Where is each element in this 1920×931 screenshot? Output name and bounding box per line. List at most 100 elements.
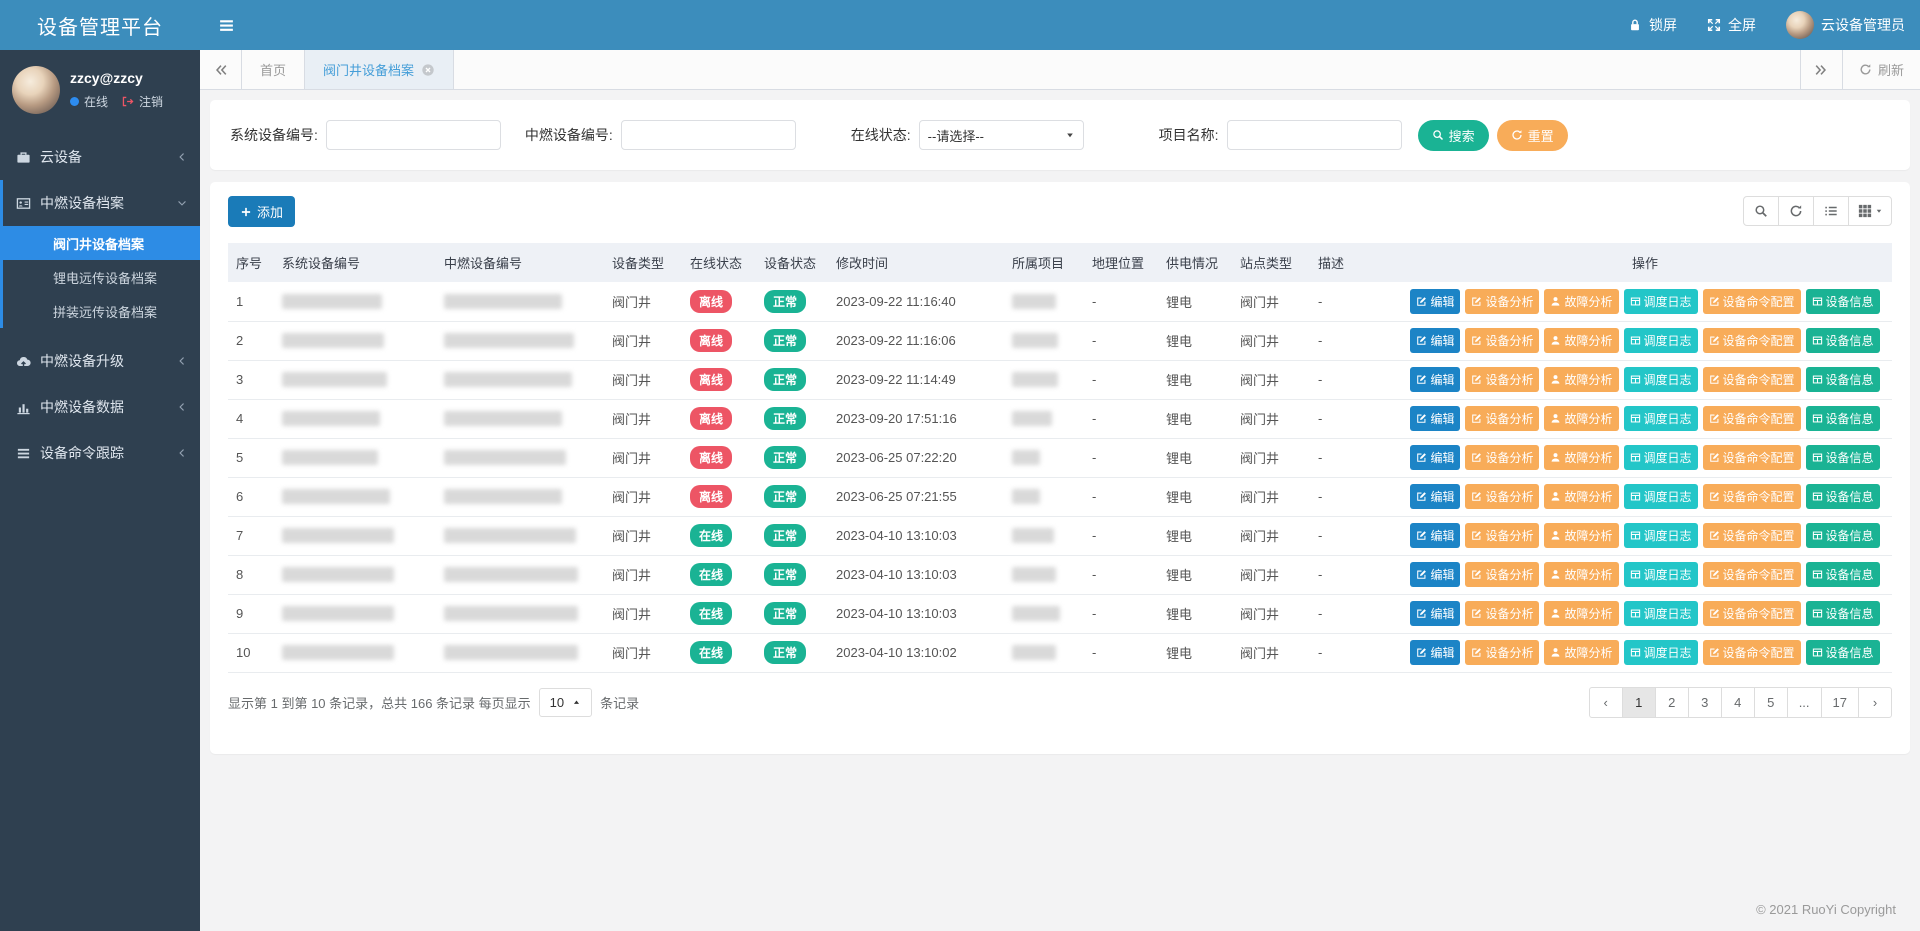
- tab-refresh-button[interactable]: 刷新: [1842, 50, 1920, 89]
- dispatch-log-button[interactable]: 调度日志: [1624, 562, 1698, 587]
- app-logo[interactable]: 设备管理平台: [0, 0, 200, 50]
- page-1-button[interactable]: 1: [1622, 687, 1656, 718]
- device-analysis-button[interactable]: 设备分析: [1465, 484, 1539, 509]
- tab[interactable]: 首页: [242, 50, 305, 89]
- fault-analysis-button[interactable]: 故障分析: [1544, 289, 1618, 314]
- tab[interactable]: 阀门井设备档案: [305, 50, 454, 89]
- logout-link[interactable]: 注销: [139, 93, 163, 110]
- dispatch-log-button[interactable]: 调度日志: [1624, 367, 1698, 392]
- page-prev-button[interactable]: ‹: [1589, 687, 1623, 718]
- tabs-scroll-left-button[interactable]: [200, 50, 242, 89]
- dispatch-log-button[interactable]: 调度日志: [1624, 289, 1698, 314]
- add-button[interactable]: 添加: [228, 196, 295, 227]
- device-command-config-button[interactable]: 设备命令配置: [1703, 640, 1801, 665]
- device-info-button[interactable]: 设备信息: [1806, 367, 1880, 392]
- page-next-button[interactable]: ›: [1858, 687, 1892, 718]
- fault-analysis-button[interactable]: 故障分析: [1544, 328, 1618, 353]
- device-analysis-button[interactable]: 设备分析: [1465, 367, 1539, 392]
- edit-button[interactable]: 编辑: [1410, 445, 1460, 470]
- dispatch-log-button[interactable]: 调度日志: [1624, 328, 1698, 353]
- device-command-config-button[interactable]: 设备命令配置: [1703, 484, 1801, 509]
- device-command-config-button[interactable]: 设备命令配置: [1703, 562, 1801, 587]
- edit-button[interactable]: 编辑: [1410, 640, 1460, 665]
- device-command-config-button[interactable]: 设备命令配置: [1703, 523, 1801, 548]
- device-command-config-button[interactable]: 设备命令配置: [1703, 367, 1801, 392]
- tabs-scroll-right-button[interactable]: [1800, 50, 1842, 89]
- page-ellipsis[interactable]: ...: [1787, 687, 1822, 718]
- edit-button[interactable]: 编辑: [1410, 523, 1460, 548]
- device-info-button[interactable]: 设备信息: [1806, 601, 1880, 626]
- edit-button[interactable]: 编辑: [1410, 484, 1460, 509]
- sidebar-subitem[interactable]: 阀门井设备档案: [3, 226, 200, 260]
- edit-button[interactable]: 编辑: [1410, 328, 1460, 353]
- zr-device-no-input[interactable]: [621, 120, 796, 150]
- device-info-button[interactable]: 设备信息: [1806, 445, 1880, 470]
- table-search-toggle-button[interactable]: [1743, 196, 1779, 226]
- device-analysis-button[interactable]: 设备分析: [1465, 562, 1539, 587]
- device-command-config-button[interactable]: 设备命令配置: [1703, 445, 1801, 470]
- fault-analysis-button[interactable]: 故障分析: [1544, 484, 1618, 509]
- fault-analysis-button[interactable]: 故障分析: [1544, 601, 1618, 626]
- sidebar-item[interactable]: 云设备: [3, 134, 200, 180]
- online-status-select[interactable]: --请选择--: [919, 120, 1084, 150]
- dispatch-log-button[interactable]: 调度日志: [1624, 640, 1698, 665]
- sidebar-subitem[interactable]: 拼装远传设备档案: [3, 294, 200, 328]
- fault-analysis-button[interactable]: 故障分析: [1544, 445, 1618, 470]
- device-analysis-button[interactable]: 设备分析: [1465, 601, 1539, 626]
- fault-analysis-button[interactable]: 故障分析: [1544, 367, 1618, 392]
- reset-button[interactable]: 重置: [1497, 120, 1568, 151]
- sidebar-item[interactable]: 中燃设备数据: [3, 384, 200, 430]
- project-name-input[interactable]: [1227, 120, 1402, 150]
- device-analysis-button[interactable]: 设备分析: [1465, 523, 1539, 548]
- device-analysis-button[interactable]: 设备分析: [1465, 445, 1539, 470]
- sidebar-toggle-button[interactable]: [200, 0, 253, 50]
- page-5-button[interactable]: 5: [1754, 687, 1788, 718]
- device-command-config-button[interactable]: 设备命令配置: [1703, 601, 1801, 626]
- fault-analysis-button[interactable]: 故障分析: [1544, 406, 1618, 431]
- dispatch-log-button[interactable]: 调度日志: [1624, 484, 1698, 509]
- avatar[interactable]: [12, 66, 60, 114]
- sidebar-subitem[interactable]: 锂电远传设备档案: [3, 260, 200, 294]
- device-info-button[interactable]: 设备信息: [1806, 484, 1880, 509]
- device-command-config-button[interactable]: 设备命令配置: [1703, 289, 1801, 314]
- edit-button[interactable]: 编辑: [1410, 406, 1460, 431]
- device-info-button[interactable]: 设备信息: [1806, 562, 1880, 587]
- page-3-button[interactable]: 3: [1688, 687, 1722, 718]
- table-refresh-button[interactable]: [1778, 196, 1814, 226]
- dispatch-log-button[interactable]: 调度日志: [1624, 406, 1698, 431]
- device-info-button[interactable]: 设备信息: [1806, 523, 1880, 548]
- fullscreen-button[interactable]: 全屏: [1692, 0, 1771, 50]
- user-menu[interactable]: 云设备管理员: [1771, 0, 1920, 50]
- table-columns-button[interactable]: [1848, 196, 1892, 226]
- device-info-button[interactable]: 设备信息: [1806, 406, 1880, 431]
- sidebar-item[interactable]: 设备命令跟踪: [3, 430, 200, 476]
- device-analysis-button[interactable]: 设备分析: [1465, 289, 1539, 314]
- dispatch-log-button[interactable]: 调度日志: [1624, 445, 1698, 470]
- device-command-config-button[interactable]: 设备命令配置: [1703, 328, 1801, 353]
- system-device-no-input[interactable]: [326, 120, 501, 150]
- sidebar-item[interactable]: 中燃设备档案: [3, 180, 200, 226]
- dispatch-log-button[interactable]: 调度日志: [1624, 601, 1698, 626]
- edit-button[interactable]: 编辑: [1410, 367, 1460, 392]
- page-2-button[interactable]: 2: [1655, 687, 1689, 718]
- page-4-button[interactable]: 4: [1721, 687, 1755, 718]
- fault-analysis-button[interactable]: 故障分析: [1544, 523, 1618, 548]
- edit-button[interactable]: 编辑: [1410, 289, 1460, 314]
- fault-analysis-button[interactable]: 故障分析: [1544, 562, 1618, 587]
- device-info-button[interactable]: 设备信息: [1806, 640, 1880, 665]
- device-analysis-button[interactable]: 设备分析: [1465, 328, 1539, 353]
- device-info-button[interactable]: 设备信息: [1806, 328, 1880, 353]
- table-view-toggle-button[interactable]: [1813, 196, 1849, 226]
- device-info-button[interactable]: 设备信息: [1806, 289, 1880, 314]
- sidebar-item[interactable]: 中燃设备升级: [3, 338, 200, 384]
- device-analysis-button[interactable]: 设备分析: [1465, 406, 1539, 431]
- edit-button[interactable]: 编辑: [1410, 562, 1460, 587]
- device-analysis-button[interactable]: 设备分析: [1465, 640, 1539, 665]
- search-button[interactable]: 搜索: [1418, 120, 1489, 151]
- fault-analysis-button[interactable]: 故障分析: [1544, 640, 1618, 665]
- page-size-select[interactable]: 10: [539, 688, 592, 717]
- device-command-config-button[interactable]: 设备命令配置: [1703, 406, 1801, 431]
- dispatch-log-button[interactable]: 调度日志: [1624, 523, 1698, 548]
- page-17-button[interactable]: 17: [1821, 687, 1859, 718]
- lock-screen-button[interactable]: 锁屏: [1613, 0, 1692, 50]
